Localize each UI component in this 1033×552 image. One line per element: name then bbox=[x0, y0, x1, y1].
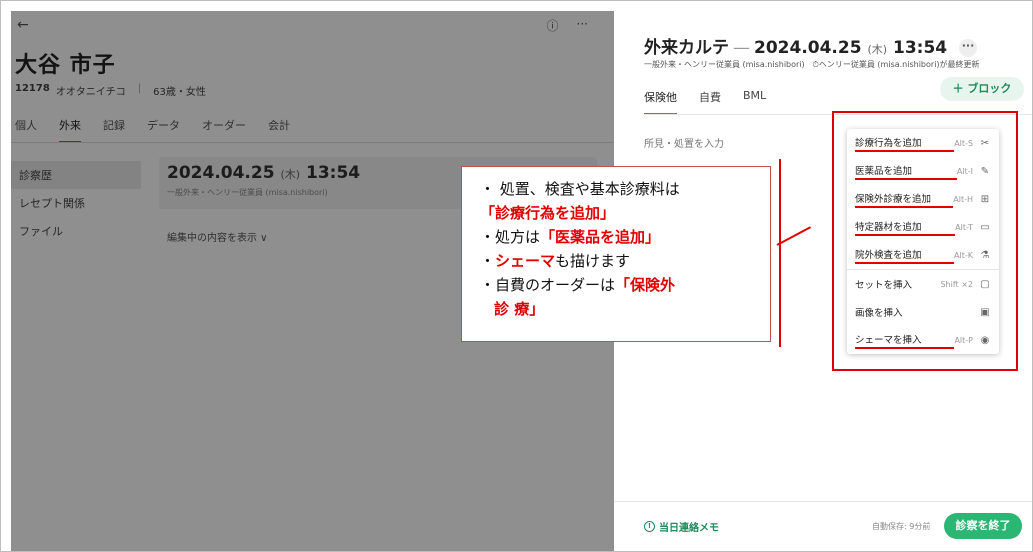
tab-bml[interactable]: BML bbox=[743, 89, 766, 115]
findings-input[interactable]: 所見・処置を入力 bbox=[644, 135, 724, 150]
callout-emph-procedure: 「診療行為を追加」 bbox=[480, 204, 616, 222]
annotation-callout: ・ 処置、検査や基本診療料は 「診療行為を追加」 ・処方は「医薬品を追加」 ・シ… bbox=[461, 166, 771, 342]
callout-line-3: ・シェーマも描けます bbox=[480, 249, 756, 273]
callout-text: ・処方は bbox=[480, 228, 541, 246]
chart-title-time: 13:54 bbox=[892, 38, 948, 58]
callout-line-5: 診 療」 bbox=[480, 297, 756, 321]
daily-memo-label: 当日連絡メモ bbox=[659, 523, 719, 534]
alert-icon: ! bbox=[644, 521, 655, 532]
callout-bracket bbox=[779, 159, 781, 347]
chart-tabs: 保険他 自費 BML bbox=[644, 89, 766, 115]
daily-memo-link[interactable]: ! 当日連絡メモ bbox=[644, 519, 719, 534]
add-block-button[interactable]: ＋ ブロック bbox=[940, 77, 1024, 101]
chart-subline: 一般外来・ヘンリー従業員 (misa.nishibori) ⏱ヘンリー従業員 (… bbox=[644, 60, 980, 69]
chart-title-main: 外来カルテ bbox=[644, 38, 729, 58]
callout-line-1b: 「診療行為を追加」 bbox=[480, 201, 756, 225]
callout-text: ・自費のオーダーは bbox=[480, 276, 616, 294]
callout-text: も描けます bbox=[555, 252, 631, 270]
chart-title-date: 2024.04.25 bbox=[754, 38, 862, 58]
callout-emph-schema: シェーマ bbox=[495, 252, 556, 270]
chart-title-dash: — bbox=[733, 38, 750, 58]
callout-emph-medicine: 「医薬品を追加」 bbox=[540, 228, 661, 246]
screenshot-frame: ← ⓘ ··· 大谷 市子 12178 オオタニイチコ | 63歳・女性 個人 … bbox=[0, 0, 1033, 552]
callout-emph-non-insured: 「保険外 bbox=[615, 276, 676, 294]
more-options-button[interactable]: ··· bbox=[959, 39, 978, 57]
tab-self-pay[interactable]: 自費 bbox=[699, 89, 721, 115]
menu-highlight-box bbox=[832, 111, 1018, 371]
autosave-status: 自動保存: 9分前 bbox=[872, 522, 931, 531]
callout-text: ・ bbox=[480, 252, 496, 270]
callout-line-4: ・自費のオーダーは「保険外 bbox=[480, 273, 756, 297]
callout-line-2: ・処方は「医薬品を追加」 bbox=[480, 225, 756, 249]
chart-title-dow: (木) bbox=[867, 43, 888, 56]
footer-divider bbox=[614, 501, 1032, 502]
end-consultation-button[interactable]: 診察を終了 bbox=[944, 513, 1022, 539]
callout-line-1: ・ 処置、検査や基本診療料は bbox=[480, 180, 680, 198]
callout-emph-non-insured-2: 診 療」 bbox=[494, 300, 545, 318]
tab-insurance[interactable]: 保険他 bbox=[644, 89, 677, 115]
chart-title: 外来カルテ —2024.04.25 (木) 13:54 ··· bbox=[644, 33, 978, 58]
